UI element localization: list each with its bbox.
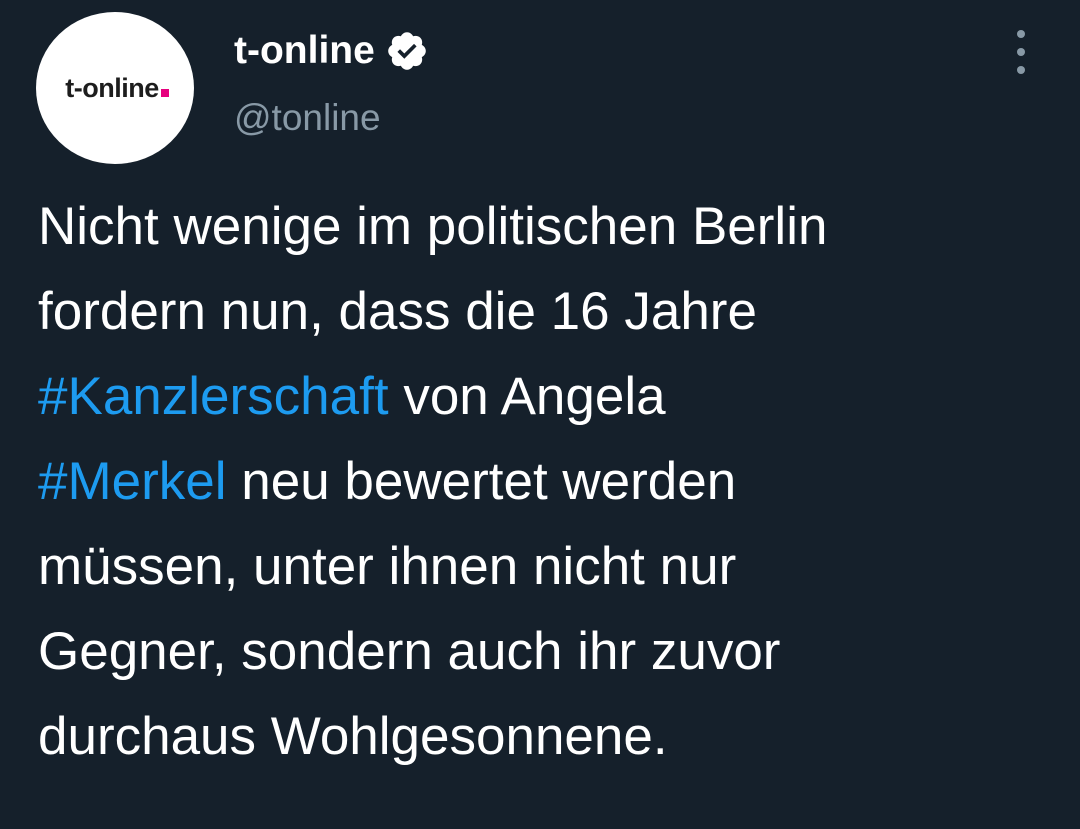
more-options-icon[interactable]: [1008, 30, 1034, 74]
tweet-line: #Merkel neu bewertet werden: [38, 439, 1058, 524]
tweet-line: müssen, unter ihnen nicht nur: [38, 524, 1058, 609]
tweet-text-segment: Nicht wenige im politischen Berlin: [38, 197, 828, 256]
more-dot: [1017, 30, 1025, 38]
display-name[interactable]: t-online: [234, 28, 375, 74]
tweet-text-segment: Gegner, sondern auch ihr zuvor: [38, 622, 781, 681]
handle[interactable]: @tonline: [234, 96, 381, 140]
tweet-text-segment: durchaus Wohlgesonnene.: [38, 707, 668, 766]
tweet-line: durchaus Wohlgesonnene.: [38, 694, 1058, 779]
tweet-line: fordern nun, dass die 16 Jahre: [38, 269, 1058, 354]
tweet: t-online t-online @tonline Nicht wenige …: [0, 0, 1080, 829]
tonline-logo: t-online: [65, 72, 169, 104]
tweet-text: Nicht wenige im politischen Berlin forde…: [38, 184, 1058, 779]
tweet-text-segment: müssen, unter ihnen nicht nur: [38, 537, 737, 596]
tweet-line: Nicht wenige im politischen Berlin: [38, 184, 1058, 269]
more-dot: [1017, 66, 1025, 74]
name-row: t-online: [234, 28, 429, 74]
hashtag-link[interactable]: #Kanzlerschaft: [38, 367, 389, 426]
tweet-line: #Kanzlerschaft von Angela: [38, 354, 1058, 439]
tweet-text-segment: neu bewertet werden: [226, 452, 737, 511]
avatar[interactable]: t-online: [36, 12, 194, 164]
verified-badge-icon: [385, 29, 429, 73]
tweet-text-segment: fordern nun, dass die 16 Jahre: [38, 282, 757, 341]
logo-dot: [160, 88, 169, 97]
tweet-line: Gegner, sondern auch ihr zuvor: [38, 609, 1058, 694]
more-dot: [1017, 48, 1025, 56]
logo-text: t-online: [65, 72, 159, 103]
tweet-text-segment: von Angela: [388, 367, 666, 426]
hashtag-link[interactable]: #Merkel: [38, 452, 227, 511]
